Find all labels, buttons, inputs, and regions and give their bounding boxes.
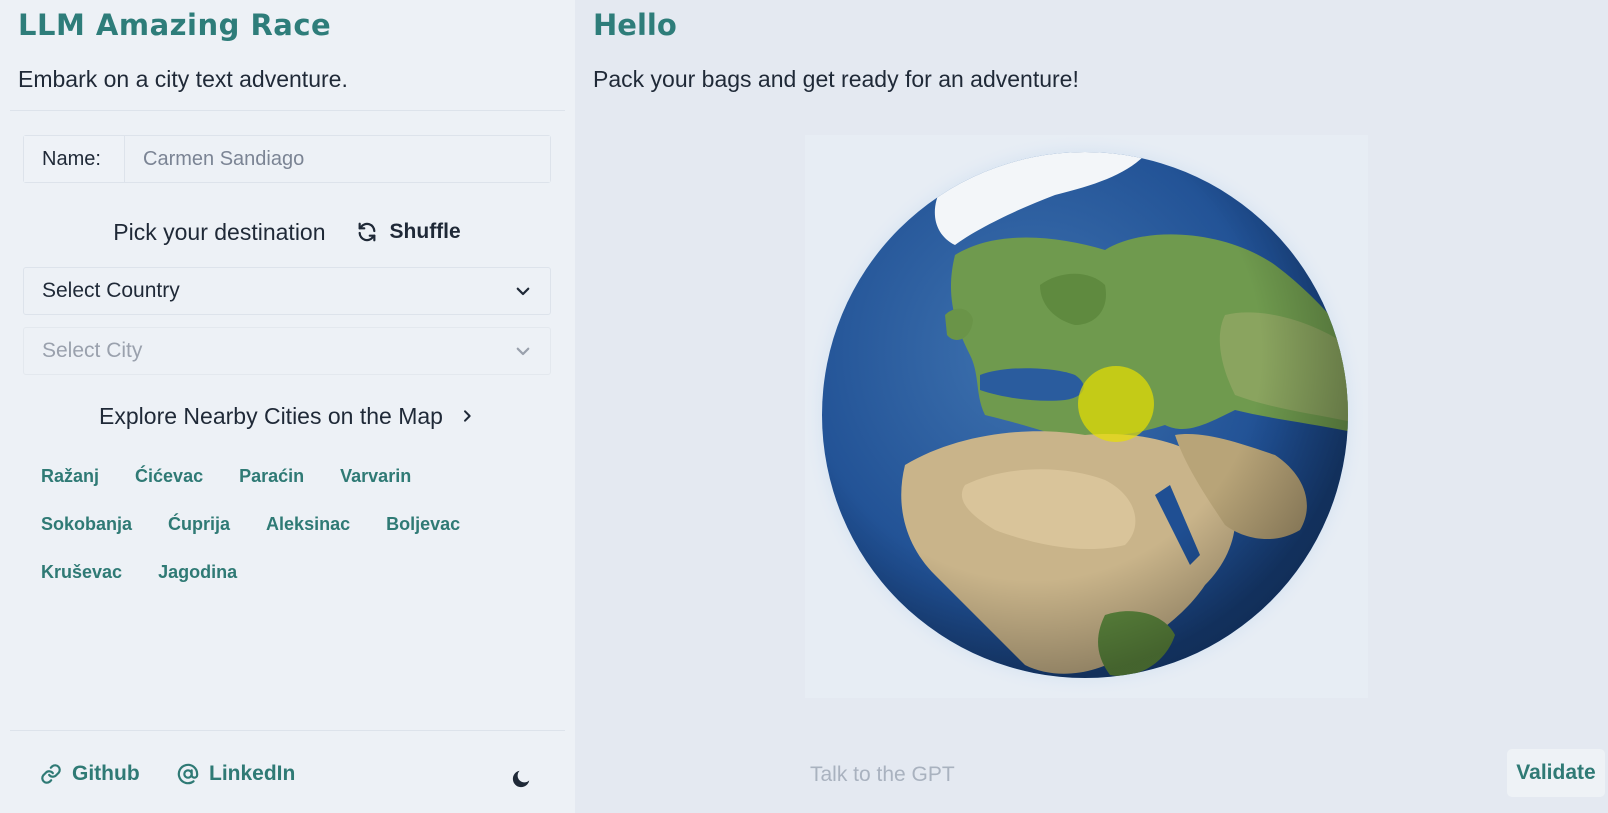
globe-map[interactable] xyxy=(805,135,1368,698)
destination-marker xyxy=(1078,366,1154,442)
explore-map-button[interactable]: Explore Nearby Cities on the Map xyxy=(23,396,551,436)
globe xyxy=(805,135,1367,697)
chat-input[interactable] xyxy=(810,760,1450,790)
shuffle-label: Shuffle xyxy=(389,220,461,243)
city-button[interactable]: Jagodina xyxy=(140,548,255,596)
chevron-down-icon xyxy=(516,347,530,356)
destination-header: Pick your destination Shuffle xyxy=(23,210,551,254)
github-link[interactable]: Github xyxy=(40,762,140,786)
moon-icon[interactable] xyxy=(510,768,532,790)
footer-divider xyxy=(10,730,565,731)
city-button[interactable]: Sokobanja xyxy=(23,500,150,548)
name-input-group: Name: xyxy=(23,135,551,183)
country-select-label: Select Country xyxy=(42,279,180,302)
at-icon xyxy=(177,763,199,785)
link-icon xyxy=(41,764,61,784)
chevron-right-icon xyxy=(463,410,471,422)
explore-label: Explore Nearby Cities on the Map xyxy=(99,402,443,429)
github-label: Github xyxy=(72,762,140,785)
divider xyxy=(10,110,565,111)
pick-destination-label: Pick your destination xyxy=(113,218,326,245)
city-button[interactable]: Ćićevac xyxy=(117,452,221,500)
name-label: Name: xyxy=(24,136,125,182)
app-subtitle: Embark on a city text adventure. xyxy=(18,66,348,92)
shuffle-button[interactable]: Shuffle xyxy=(356,220,461,244)
city-button[interactable]: Ćuprija xyxy=(150,500,248,548)
main-panel: Hello Pack your bags and get ready for a… xyxy=(575,0,1608,813)
chevron-down-icon xyxy=(516,287,530,296)
refresh-icon xyxy=(358,222,375,242)
validate-button[interactable]: Validate xyxy=(1507,749,1605,797)
city-select-label: Select City xyxy=(42,339,143,362)
city-button[interactable]: Kruševac xyxy=(23,548,140,596)
name-input[interactable] xyxy=(125,136,550,182)
linkedin-label: LinkedIn xyxy=(209,762,296,785)
app-title: LLM Amazing Race xyxy=(18,8,332,42)
sidebar: LLM Amazing Race Embark on a city text a… xyxy=(0,0,575,813)
tagline: Pack your bags and get ready for an adve… xyxy=(593,66,1079,92)
linkedin-link[interactable]: LinkedIn xyxy=(177,762,295,786)
city-button[interactable]: Paraćin xyxy=(221,452,322,500)
city-button[interactable]: Boljevac xyxy=(368,500,478,548)
city-button[interactable]: Ražanj xyxy=(23,452,117,500)
greeting: Hello xyxy=(593,8,677,42)
city-button[interactable]: Varvarin xyxy=(322,452,429,500)
city-select[interactable]: Select City xyxy=(23,327,551,375)
city-button[interactable]: Aleksinac xyxy=(248,500,368,548)
nearby-cities-list: Ražanj Ćićevac Paraćin Varvarin Sokobanj… xyxy=(23,452,551,596)
country-select[interactable]: Select Country xyxy=(23,267,551,315)
